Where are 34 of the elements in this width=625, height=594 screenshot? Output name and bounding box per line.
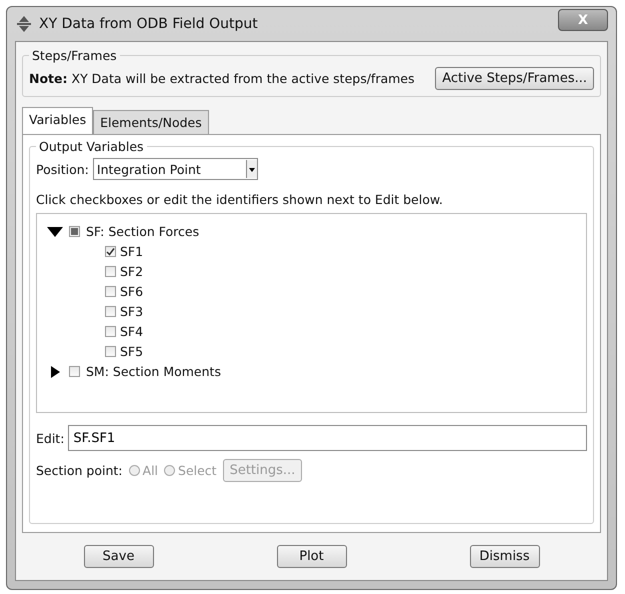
- tree-item[interactable]: SF2: [120, 264, 144, 279]
- window-title: XY Data from ODB Field Output: [39, 16, 259, 32]
- tree-item[interactable]: SF1: [120, 244, 144, 259]
- tab[interactable]: Elements/Nodes: [93, 110, 209, 134]
- checkbox[interactable]: [105, 286, 116, 297]
- checkbox[interactable]: [105, 326, 116, 337]
- group-title: Steps/Frames: [31, 48, 118, 63]
- tree-item[interactable]: SF3: [120, 304, 144, 319]
- checkbox[interactable]: [105, 346, 116, 357]
- edit-field[interactable]: SF.SF1: [68, 425, 587, 451]
- tree-item[interactable]: SF5: [120, 344, 144, 359]
- group-title: Output Variables: [38, 139, 145, 154]
- tab[interactable]: Variables: [22, 107, 94, 134]
- tree-item[interactable]: SF6: [120, 284, 144, 299]
- active-steps-button[interactable]: Active Steps/Frames...: [435, 67, 594, 90]
- checkbox[interactable]: [69, 226, 80, 237]
- tree-item[interactable]: SM: Section Moments: [86, 364, 221, 379]
- section-point-label: Section point:: [36, 463, 123, 478]
- checkbox[interactable]: [105, 266, 116, 277]
- tree-item[interactable]: SF4: [120, 324, 144, 339]
- checkbox[interactable]: [69, 366, 80, 377]
- position-dropdown[interactable]: Integration Point: [92, 158, 258, 180]
- collapse-icon[interactable]: [47, 226, 63, 238]
- checkbox[interactable]: [105, 246, 116, 257]
- dialog-button[interactable]: Plot: [276, 545, 346, 568]
- tree-item[interactable]: SF: Section Forces: [86, 224, 200, 239]
- dialog-button[interactable]: Dismiss: [470, 545, 540, 568]
- position-label: Position:: [36, 162, 89, 176]
- move-icon: [15, 15, 33, 33]
- edit-label: Edit:: [36, 430, 64, 446]
- checkbox[interactable]: [105, 306, 116, 317]
- note-text: Note: XY Data will be extracted from the active steps/frames: [29, 71, 415, 86]
- hint-text: Click checkboxes or edit the identifiers shown next to Edit below.: [36, 192, 444, 207]
- dialog-button[interactable]: Save: [84, 545, 154, 568]
